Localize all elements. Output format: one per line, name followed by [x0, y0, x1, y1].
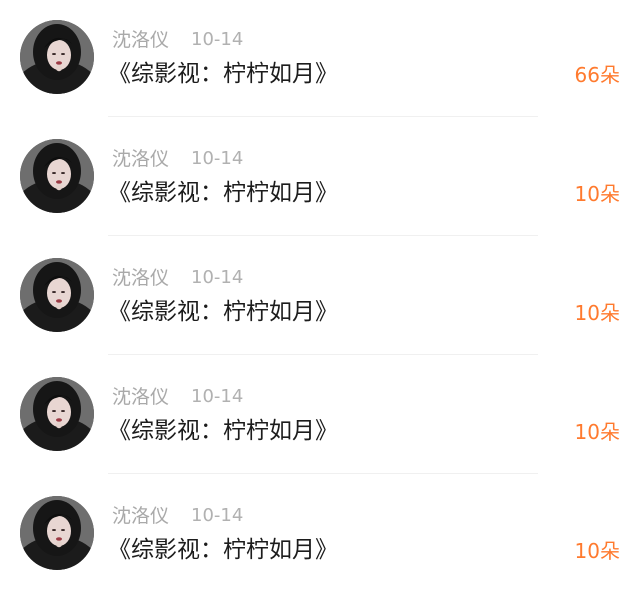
book-title: 《综影视：柠柠如月》 [108, 418, 338, 444]
user-name[interactable]: 沈洛仪 [112, 385, 169, 409]
gift-date: 10-14 [191, 267, 244, 288]
user-name[interactable]: 沈洛仪 [112, 147, 169, 171]
user-name[interactable]: 沈洛仪 [112, 266, 169, 290]
gift-date: 10-14 [191, 386, 244, 407]
list-item[interactable]: 沈洛仪 10-14 《综影视：柠柠如月》 10朵 [0, 119, 640, 238]
divider [108, 235, 538, 236]
divider [108, 116, 538, 117]
gift-record-list: 沈洛仪 10-14 《综影视：柠柠如月》 66朵 沈洛仪 10-14 《综影视：… [0, 0, 640, 594]
user-avatar-icon[interactable] [20, 20, 94, 94]
list-item[interactable]: 沈洛仪 10-14 《综影视：柠柠如月》 10朵 [0, 476, 640, 595]
user-name[interactable]: 沈洛仪 [112, 504, 169, 528]
book-title: 《综影视：柠柠如月》 [108, 537, 338, 563]
divider [108, 473, 538, 474]
user-avatar-icon[interactable] [20, 258, 94, 332]
flower-amount: 10朵 [574, 301, 620, 325]
list-item[interactable]: 沈洛仪 10-14 《综影视：柠柠如月》 66朵 [0, 0, 640, 119]
gift-date: 10-14 [191, 505, 244, 526]
flower-amount: 10朵 [574, 182, 620, 206]
user-avatar-icon[interactable] [20, 377, 94, 451]
list-item[interactable]: 沈洛仪 10-14 《综影视：柠柠如月》 10朵 [0, 238, 640, 357]
flower-amount: 10朵 [574, 539, 620, 563]
flower-amount: 10朵 [574, 420, 620, 444]
gift-date: 10-14 [191, 29, 244, 50]
user-avatar-icon[interactable] [20, 496, 94, 570]
book-title: 《综影视：柠柠如月》 [108, 299, 338, 325]
list-item[interactable]: 沈洛仪 10-14 《综影视：柠柠如月》 10朵 [0, 357, 640, 476]
book-title: 《综影视：柠柠如月》 [108, 180, 338, 206]
divider [108, 354, 538, 355]
book-title: 《综影视：柠柠如月》 [108, 61, 338, 87]
flower-amount: 66朵 [574, 63, 620, 87]
user-avatar-icon[interactable] [20, 139, 94, 213]
gift-date: 10-14 [191, 148, 244, 169]
user-name[interactable]: 沈洛仪 [112, 28, 169, 52]
